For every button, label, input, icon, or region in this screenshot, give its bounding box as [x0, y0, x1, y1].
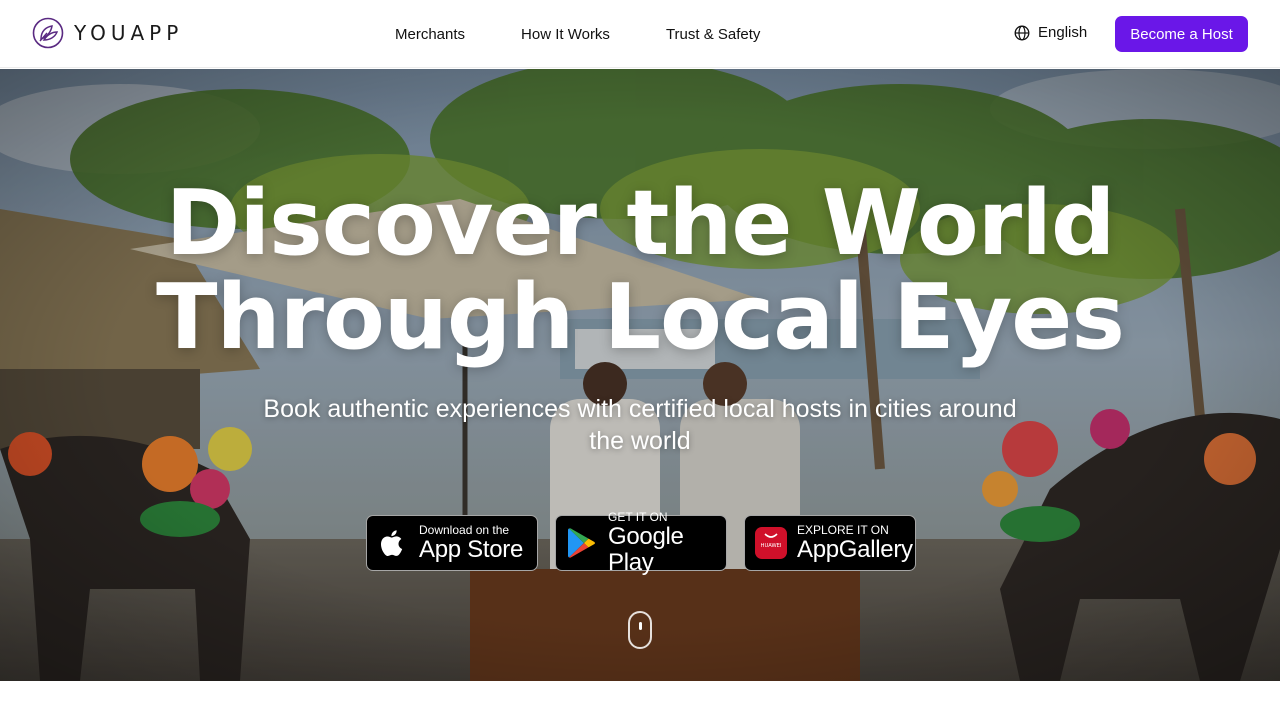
nav-link-merchants[interactable]: Merchants	[395, 26, 465, 43]
app-store-badges: Download on the App Store GET IT ON Goog…	[366, 510, 916, 575]
language-selector[interactable]: English	[1014, 24, 1087, 41]
google-play-big-label: Google Play	[608, 522, 684, 576]
hero-subtitle: Book authentic experiences with certifie…	[263, 395, 1017, 455]
nav-link-how-it-works[interactable]: How It Works	[521, 26, 610, 43]
become-host-button[interactable]: Become a Host	[1115, 16, 1248, 52]
scroll-down-indicator[interactable]	[628, 611, 652, 649]
appgallery-small-label: EXPLORE IT ON	[797, 522, 889, 537]
hero-headline-line-1: Discover the World	[165, 171, 1116, 276]
scroll-wheel-dot	[639, 622, 642, 630]
hero-section: Discover the World Through Local Eyes Bo…	[0, 69, 1280, 681]
apple-icon	[377, 527, 409, 559]
site-header: YOUAPP Merchants How It Works Trust & Sa…	[0, 0, 1280, 68]
hero-headline-line-2: Through Local Eyes	[156, 265, 1125, 370]
google-play-icon	[566, 527, 598, 559]
appgallery-big-label: AppGallery	[797, 535, 913, 563]
huawei-badge-text: HUAWEI	[761, 543, 782, 549]
brand-logo[interactable]: YOUAPP	[32, 17, 183, 49]
google-play-button[interactable]: GET IT ON Google Play	[555, 510, 727, 575]
app-store-big-label: App Store	[419, 535, 524, 563]
hero-headline: Discover the World Through Local Eyes	[0, 177, 1280, 365]
nav-link-trust-safety[interactable]: Trust & Safety	[666, 26, 760, 43]
huawei-appgallery-icon: HUAWEI	[755, 527, 787, 559]
leaf-logo-icon	[32, 17, 64, 49]
main-nav: Merchants How It Works Trust & Safety	[395, 0, 760, 68]
globe-icon	[1014, 25, 1030, 40]
brand-name: YOUAPP	[74, 21, 184, 45]
google-play-small-label: GET IT ON	[608, 509, 668, 524]
language-label: English	[1038, 24, 1088, 41]
app-store-small-label: Download on the	[419, 522, 510, 537]
appgallery-button[interactable]: HUAWEI EXPLORE IT ON AppGallery	[744, 515, 916, 571]
app-store-button[interactable]: Download on the App Store	[366, 515, 538, 571]
hero-content: Discover the World Through Local Eyes Bo…	[0, 69, 1280, 681]
